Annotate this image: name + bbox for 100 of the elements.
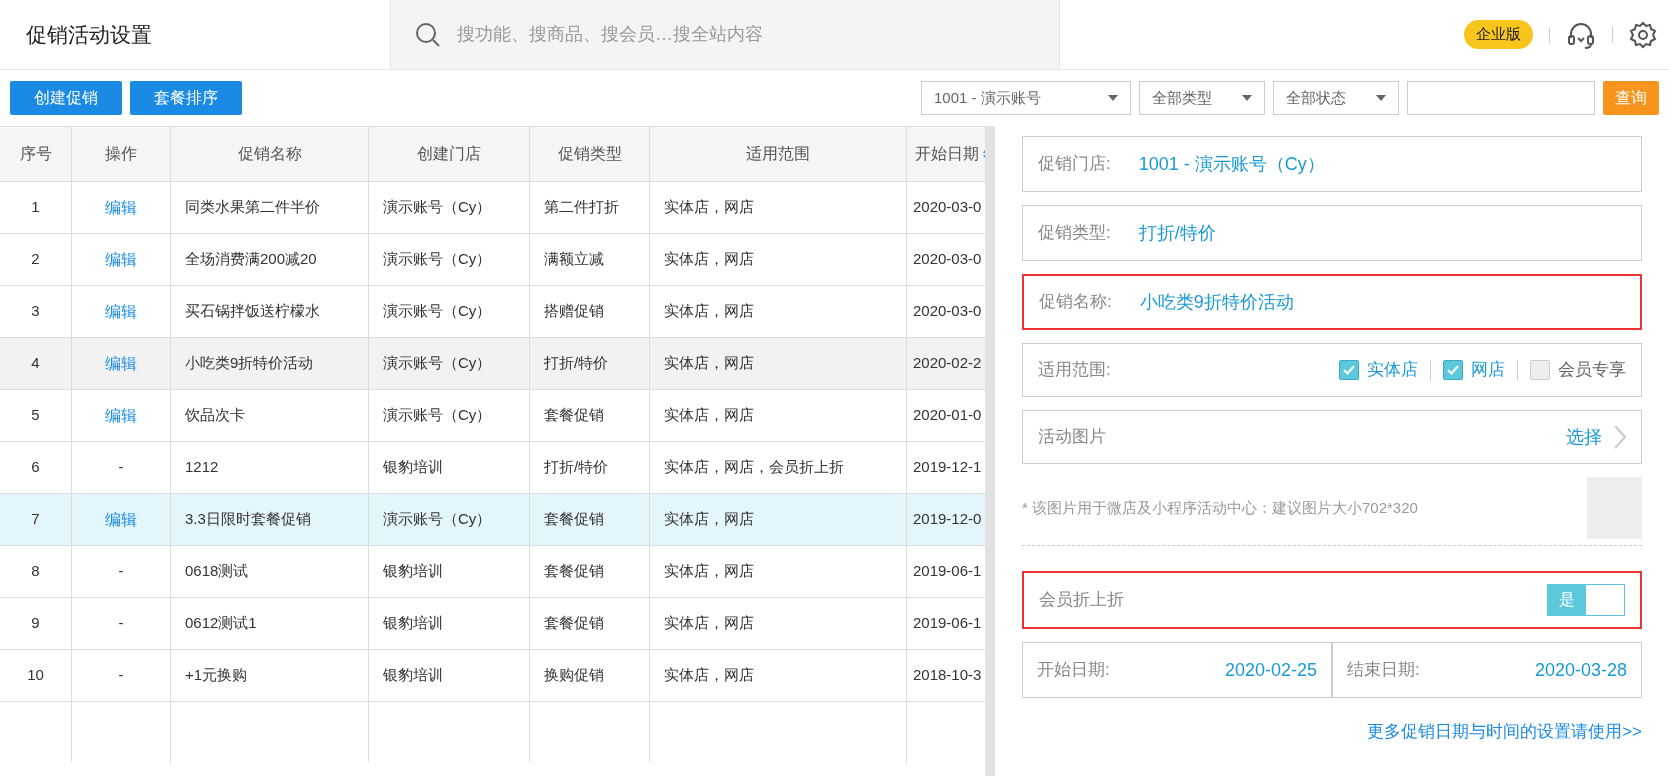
page-title: 促销活动设置	[26, 21, 152, 48]
table-cell-text: 演示账号（Cy）	[383, 405, 492, 426]
more-settings-link[interactable]: 更多促销日期与时间的设置请使用>>	[1367, 719, 1642, 745]
table-cell-text: 实体店，网店	[664, 197, 754, 218]
edit-link[interactable]: 编辑	[105, 247, 137, 272]
table-cell-text: 2020-03-0	[913, 197, 982, 218]
table-cell-text: 演示账号（Cy）	[383, 353, 492, 374]
table-row[interactable]: 10 - +1元换购 银豹培训 换购促销 实体店，网店 2018-10-3	[0, 650, 985, 702]
toggle-switch[interactable]: 是	[1547, 584, 1625, 616]
table-cell-text: 1212	[185, 457, 219, 478]
table-cell-text: 2019-12-0	[913, 509, 982, 530]
table-cell-text: 2019-06-1	[913, 561, 982, 582]
settings-icon[interactable]	[1629, 20, 1657, 49]
search-input[interactable]: 搜功能、搜商品、搜会员…搜全站内容	[457, 21, 1035, 48]
table-cell-text: 实体店，网店	[664, 405, 754, 426]
column-header: 序号	[19, 144, 52, 164]
toggle-on-segment: 是	[1548, 585, 1586, 615]
table-cell-text: 打折/特价	[544, 457, 609, 478]
table-cell-text: 3	[31, 301, 40, 322]
table-cell-text: 3.3日限时套餐促销	[185, 509, 311, 530]
table-cell-text: 实体店，网店	[664, 561, 754, 582]
scope-checkbox[interactable]: 网店	[1443, 357, 1505, 383]
field-value: 1001 - 演示账号（Cy）	[1138, 152, 1325, 176]
table-cell-text: 小吃类9折特价活动	[185, 353, 314, 374]
table-cell-text: 2018-10-3	[913, 665, 982, 686]
table-cell-text: 10	[27, 665, 44, 686]
table-cell-text: 买石锅拌饭送柠檬水	[185, 301, 320, 322]
edit-link[interactable]: 编辑	[105, 351, 137, 376]
field-label: 结束日期:	[1347, 659, 1420, 682]
table-row[interactable]: 8 - 0618测试 银豹培训 套餐促销 实体店，网店 2019-06-1	[0, 546, 985, 598]
field-label: 促销门店:	[1038, 153, 1111, 176]
scope-checkbox[interactable]: 实体店	[1339, 357, 1418, 383]
query-input[interactable]	[1407, 81, 1595, 115]
field-label: 活动图片	[1038, 426, 1107, 449]
table-cell-text: 实体店，网店	[664, 301, 754, 322]
search-field[interactable]: 搜功能、搜商品、搜会员…搜全站内容	[390, 0, 1060, 69]
table-cell-text: 换购促销	[544, 665, 604, 686]
table-cell-text: 9	[31, 613, 40, 634]
toolbar-button[interactable]: 创建促销	[10, 81, 122, 115]
table-cell-text: 实体店，网店，会员折上折	[664, 457, 844, 478]
table-cell-text: 套餐促销	[544, 509, 604, 530]
table-cell-text: 5	[31, 405, 40, 426]
table-cell-text: 0612测试1	[185, 613, 257, 634]
table-cell-text: 打折/特价	[544, 353, 609, 374]
table-cell-text: 演示账号（Cy）	[383, 249, 492, 270]
table-cell-text: +1元换购	[185, 665, 248, 686]
table-cell-text: 演示账号（Cy）	[383, 509, 492, 530]
field-label: 促销名称:	[1039, 291, 1112, 314]
date-field[interactable]: 结束日期: 2020-03-28	[1332, 642, 1642, 698]
table-cell-text: 银豹培训	[383, 457, 443, 478]
image-field[interactable]: 活动图片 选择	[1022, 410, 1642, 464]
table-row[interactable]: 6 - 1212 银豹培训 打折/特价 实体店，网店，会员折上折 2019-12-1	[0, 442, 985, 494]
edit-link[interactable]: 编辑	[105, 507, 137, 532]
scope-checkbox[interactable]: 会员专享	[1530, 357, 1626, 383]
table-cell-text: 4	[31, 353, 40, 374]
chevron-right-icon	[1614, 425, 1626, 449]
table-row[interactable]: 9 - 0612测试1 银豹培训 套餐促销 实体店，网店 2019-06-1	[0, 598, 985, 650]
field-value: 小吃类9折特价活动	[1139, 290, 1294, 314]
table-row[interactable]: 5 编辑 饮品次卡 演示账号（Cy） 套餐促销 实体店，网店 2020-01-0	[0, 390, 985, 442]
table-cell-text: 银豹培训	[383, 561, 443, 582]
table-cell-text: -	[118, 561, 124, 582]
table-cell-text: 演示账号（Cy）	[383, 301, 492, 322]
column-header: 创建门店	[417, 144, 481, 164]
filter-select[interactable]: 1001 - 演示账号	[921, 81, 1131, 115]
table-row[interactable]: 2 编辑 全场消费满200减20 演示账号（Cy） 满额立减 实体店，网店 2020-03-0	[0, 234, 985, 286]
table-cell-text: 套餐促销	[544, 613, 604, 634]
date-field[interactable]: 开始日期: 2020-02-25	[1022, 642, 1332, 698]
table-cell-text: 实体店，网店	[664, 613, 754, 634]
filter-select[interactable]: 全部状态	[1273, 81, 1399, 115]
query-button[interactable]: 查询	[1603, 81, 1659, 115]
edit-link[interactable]: 编辑	[105, 403, 137, 428]
edit-link[interactable]: 编辑	[105, 195, 137, 220]
table-row[interactable]: 1 编辑 同类水果第二件半价 演示账号（Cy） 第二件打折 实体店，网店 2020-03-0	[0, 182, 985, 234]
field-value: 打折/特价	[1138, 221, 1216, 245]
column-header: 操作	[105, 144, 137, 164]
table-cell-text: 套餐促销	[544, 405, 604, 426]
caret-icon	[1242, 95, 1252, 101]
table-cell-text: 同类水果第二件半价	[185, 197, 320, 218]
toolbar-button[interactable]: 套餐排序	[130, 81, 242, 115]
choose-link[interactable]: 选择	[1566, 423, 1602, 451]
table-cell-text: 实体店，网店	[664, 509, 754, 530]
column-header: 促销类型	[557, 144, 622, 164]
table-cell-text: 实体店，网店	[664, 249, 754, 270]
table-cell-text: 第二件打折	[544, 197, 619, 218]
field-label: 促销类型:	[1038, 222, 1111, 245]
table-row[interactable]: 3 编辑 买石锅拌饭送柠檬水 演示账号（Cy） 搭赠促销 实体店，网店 2020-03-0	[0, 286, 985, 338]
table-cell-text: -	[118, 457, 124, 478]
table-cell-text: 银豹培训	[383, 613, 443, 634]
table-cell-text: 演示账号（Cy）	[383, 197, 492, 218]
table-cell-text: -	[118, 613, 124, 634]
table-cell-text: 全场消费满200减20	[185, 249, 317, 270]
table-cell-text: 6	[31, 457, 40, 478]
table-row[interactable]: 4 编辑 小吃类9折特价活动 演示账号（Cy） 打折/特价 实体店，网店 2020-02-2	[0, 338, 985, 390]
table-cell-text: 2020-01-0	[913, 405, 982, 426]
table-row[interactable]: 7 编辑 3.3日限时套餐促销 演示账号（Cy） 套餐促销 实体店，网店 2019-12-0	[0, 494, 985, 546]
caret-icon	[1108, 95, 1118, 101]
edition-badge: 企业版	[1464, 20, 1533, 49]
filter-select[interactable]: 全部类型	[1139, 81, 1265, 115]
date-value: 2020-03-28	[1534, 658, 1627, 682]
edit-link[interactable]: 编辑	[105, 299, 137, 324]
